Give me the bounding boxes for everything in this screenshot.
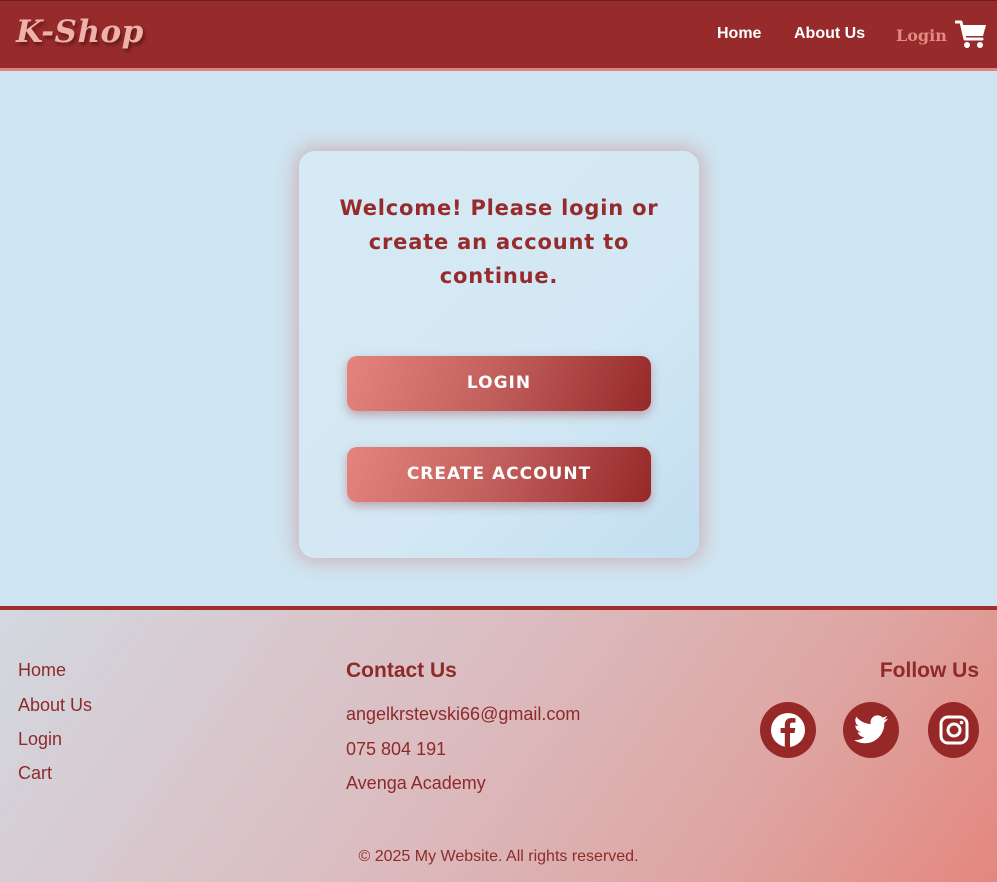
footer-home-link[interactable]: Home [18,660,66,681]
facebook-icon[interactable] [760,702,816,758]
nav-login-link[interactable]: Login [896,26,947,45]
login-button[interactable]: LOGIN [347,356,651,411]
contact-title: Contact Us [346,659,457,682]
copyright-text: © 2025 My Website. All rights reserved. [358,848,639,865]
shopping-cart-icon[interactable] [954,19,988,50]
create-account-button[interactable]: CREATE ACCOUNT [347,447,651,502]
top-navbar: K-Shop Home About Us Login [0,0,997,71]
contact-email[interactable]: angelkrstevski66@gmail.com [346,704,580,725]
nav-about-link[interactable]: About Us [794,25,865,43]
footer-cart-link[interactable]: Cart [18,763,52,784]
contact-phone: 075 804 191 [346,739,447,759]
contact-organization: Avenga Academy [346,773,486,793]
footer-about-link[interactable]: About Us [18,695,92,716]
site-logo[interactable]: K-Shop [16,14,144,50]
instagram-icon[interactable] [928,702,979,758]
footer-login-link[interactable]: Login [18,729,62,750]
nav-home-link[interactable]: Home [717,25,761,43]
site-footer: Home About Us Login Cart Contact Us ange… [0,606,997,882]
welcome-card: Welcome! Please login or create an accou… [299,151,699,558]
main-content: Welcome! Please login or create an accou… [0,71,997,606]
twitter-icon[interactable] [843,702,899,758]
welcome-message: Welcome! Please login or create an accou… [339,196,659,288]
follow-title: Follow Us [879,659,979,682]
